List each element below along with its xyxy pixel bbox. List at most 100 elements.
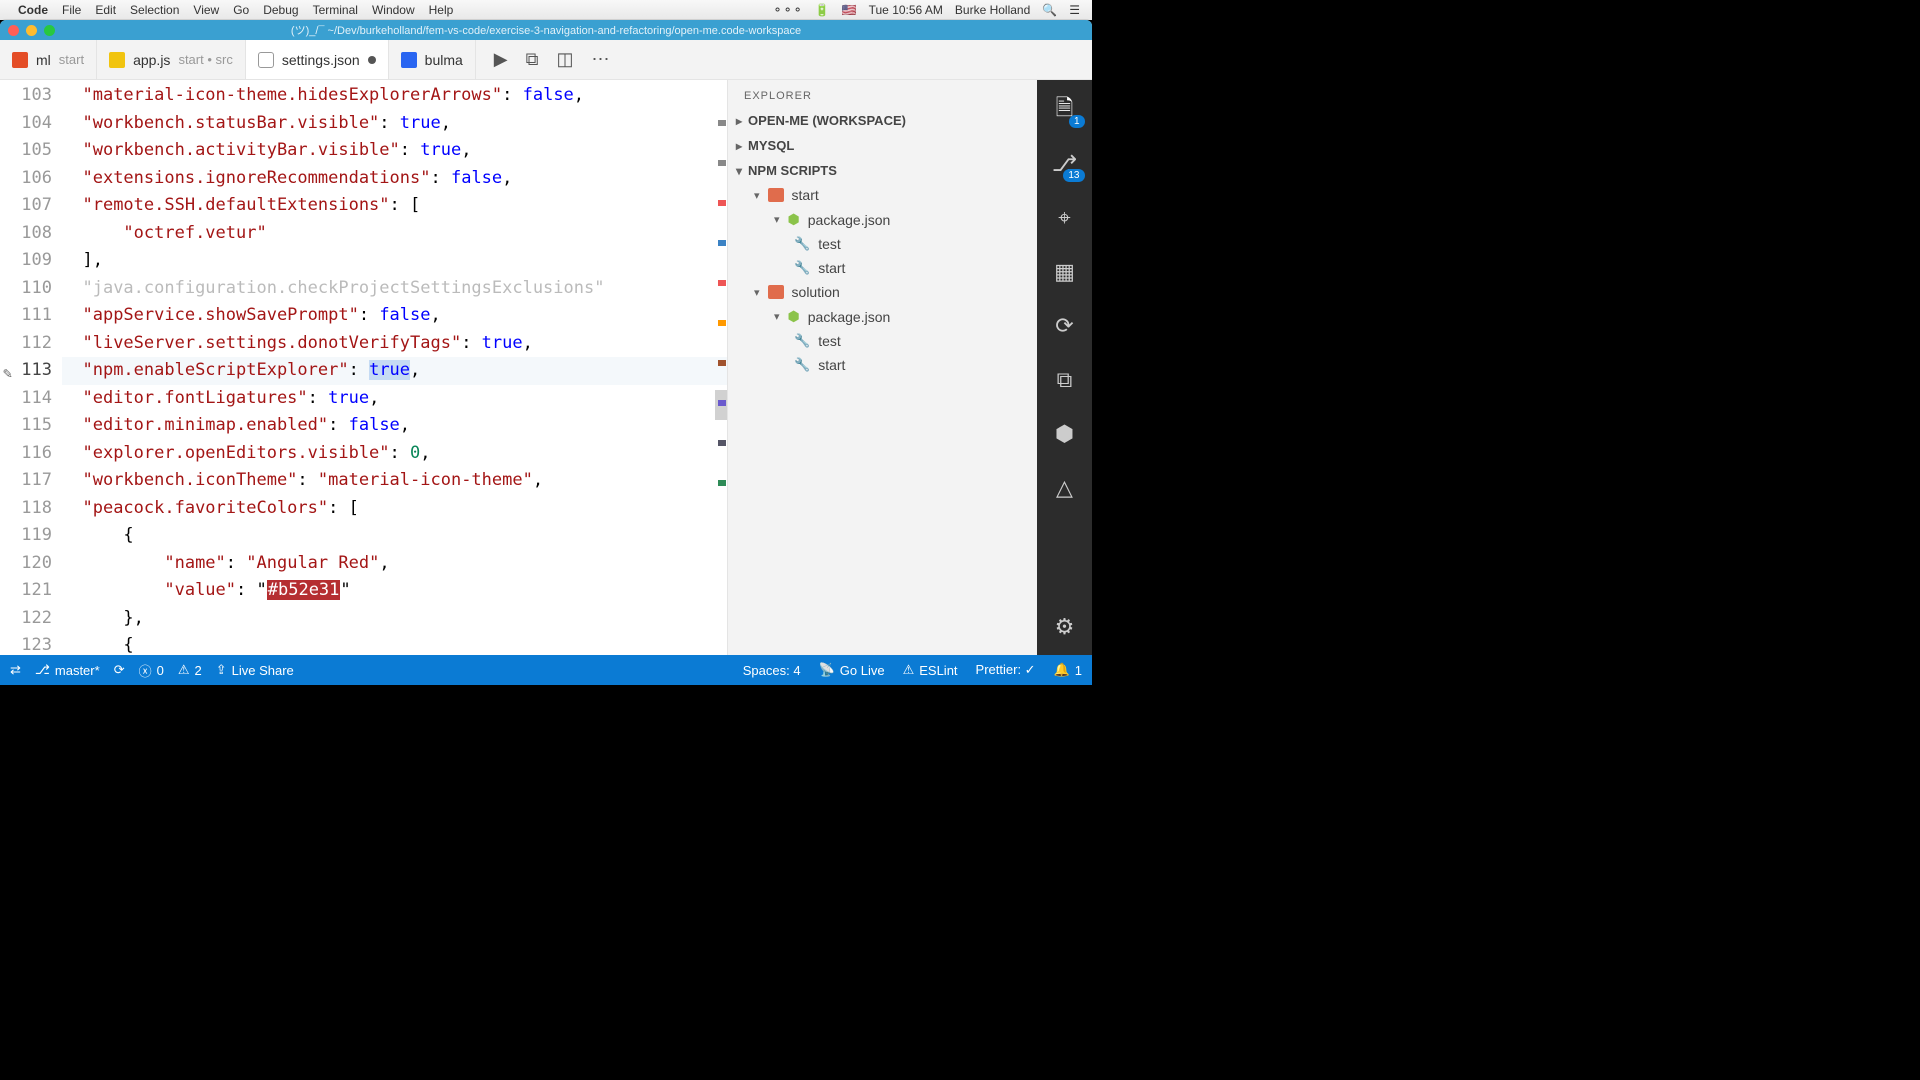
menu-edit[interactable]: Edit: [95, 3, 116, 17]
explorer-title: EXPLORER: [728, 80, 1037, 108]
status-bar: ⇄ ⎇ master* ⟳ ⓧ 0 ⚠ 2 ⇪ Live Share Space…: [0, 655, 1092, 685]
activity-bar: 🗎1 ⎇13 ⌖ ▦ ⟳ ⧉ ⬢ △ ⚙: [1037, 80, 1092, 655]
tab-ml[interactable]: mlstart: [0, 40, 97, 79]
clock[interactable]: Tue 10:56 AM: [869, 3, 943, 17]
tree-label: start: [818, 357, 845, 373]
docker-icon[interactable]: ⬢: [1051, 420, 1079, 448]
line-gutter: 1031041051061071081091101111121131141151…: [0, 80, 62, 655]
debug-icon[interactable]: ⌖: [1051, 204, 1079, 232]
minimap[interactable]: [715, 80, 727, 655]
azure-icon[interactable]: △: [1051, 474, 1079, 502]
live-share[interactable]: ⇪ Live Share: [216, 662, 294, 678]
vscode-window: (ツ)_/¯ ~/Dev/burkeholland/fem-vs-code/ex…: [0, 20, 1092, 685]
files-icon[interactable]: 🗎1: [1051, 96, 1079, 124]
errors-count[interactable]: ⓧ 0: [139, 661, 164, 680]
section-open-me-workspace-[interactable]: ▸ OPEN-ME (WORKSPACE): [728, 108, 1037, 133]
tree-row-script[interactable]: 🔧 start: [738, 353, 1037, 377]
split-editor-icon[interactable]: ◫: [557, 49, 574, 70]
chevron-icon: ▸: [736, 114, 742, 128]
tree-label: start: [792, 187, 819, 203]
menu-go[interactable]: Go: [233, 3, 249, 17]
zoom-icon[interactable]: [44, 25, 55, 36]
npm-icon: ⬢: [788, 211, 800, 228]
code-content[interactable]: "material-icon-theme.hidesExplorerArrows…: [62, 80, 727, 655]
tab-filename: bulma: [425, 52, 463, 68]
tree-row-folder[interactable]: ▾solution: [738, 280, 1037, 304]
tab-desc: start: [59, 52, 84, 67]
wifi-icon[interactable]: ⚬⚬⚬: [773, 3, 803, 17]
spaces-indicator[interactable]: Spaces: 4: [743, 662, 801, 678]
notifications-bell[interactable]: 🔔 1: [1054, 662, 1082, 678]
folder-icon: [768, 188, 784, 202]
tab-app-js[interactable]: app.jsstart • src: [97, 40, 246, 79]
tree-row-pkg[interactable]: ▾ ⬢ package.json: [738, 304, 1037, 329]
run-icon[interactable]: ▶: [494, 49, 508, 70]
window-title: (ツ)_/¯ ~/Dev/burkeholland/fem-vs-code/ex…: [291, 22, 801, 38]
remote-indicator[interactable]: ⇄: [10, 662, 21, 678]
folder-icon: [768, 285, 784, 299]
notifications-icon[interactable]: ☰: [1069, 3, 1080, 17]
extensions-icon[interactable]: ▦: [1051, 258, 1079, 286]
macos-menubar: Code File Edit Selection View Go Debug Termina…: [0, 0, 1092, 20]
tree-label: package.json: [808, 212, 891, 228]
npm-icon: ⬢: [788, 308, 800, 325]
section-npm-scripts[interactable]: ▾NPM SCRIPTS: [728, 158, 1037, 183]
tab-settings-json[interactable]: settings.json: [246, 40, 389, 79]
eslint-status[interactable]: ⚠ ESLint: [903, 662, 958, 678]
section-label: OPEN-ME (WORKSPACE): [748, 113, 906, 128]
tree-label: test: [818, 236, 841, 252]
menu-file[interactable]: File: [62, 3, 81, 17]
chevron-icon: ▾: [736, 164, 742, 178]
app-name[interactable]: Code: [18, 3, 48, 17]
section-label: MYSQL: [748, 138, 794, 153]
badge: 13: [1063, 169, 1084, 182]
go-live[interactable]: 📡 Go Live: [819, 662, 885, 678]
open-preview-icon[interactable]: ⧉: [526, 49, 539, 70]
chevron-down-icon: ▾: [774, 213, 780, 226]
user-name[interactable]: Burke Holland: [955, 3, 1030, 17]
flag-icon[interactable]: 🇺🇸: [842, 3, 857, 17]
tree-row-script[interactable]: 🔧test: [738, 329, 1037, 353]
minimize-icon[interactable]: [26, 25, 37, 36]
menu-help[interactable]: Help: [429, 3, 454, 17]
wrench-icon: 🔧: [794, 260, 810, 276]
wrench-icon: 🔧: [794, 236, 810, 252]
menu-terminal[interactable]: Terminal: [313, 3, 358, 17]
battery-icon[interactable]: 🔋: [815, 3, 830, 17]
section-mysql[interactable]: ▸ MYSQL: [728, 133, 1037, 158]
chevron-down-icon: ▾: [754, 286, 760, 299]
tab-bulma[interactable]: bulma: [389, 40, 476, 79]
menu-debug[interactable]: Debug: [263, 3, 298, 17]
menu-window[interactable]: Window: [372, 3, 415, 17]
tree-row-pkg[interactable]: ▾ ⬢ package.json: [738, 207, 1037, 232]
close-icon[interactable]: [8, 25, 19, 36]
tree-label: package.json: [808, 309, 891, 325]
live-icon[interactable]: ⧉: [1051, 366, 1079, 394]
tree-row-script[interactable]: 🔧 test: [738, 232, 1037, 256]
git-branch[interactable]: ⎇ master*: [35, 662, 100, 678]
menu-selection[interactable]: Selection: [130, 3, 179, 17]
editor-actions: ▶ ⧉ ◫ ⋯: [482, 40, 622, 79]
tree-row-script[interactable]: 🔧start: [738, 256, 1037, 280]
warnings-count[interactable]: ⚠ 2: [178, 662, 202, 678]
remote-icon[interactable]: ⟳: [1051, 312, 1079, 340]
settings-gear-icon[interactable]: ⚙: [1051, 613, 1079, 641]
wrench-icon: 🔧: [794, 357, 810, 373]
chevron-icon: ▸: [736, 139, 742, 153]
scm-icon[interactable]: ⎇13: [1051, 150, 1079, 178]
html-file-icon: [12, 52, 28, 68]
sync-icon[interactable]: ⟳: [114, 662, 125, 678]
chevron-down-icon: ▾: [754, 189, 760, 202]
chevron-down-icon: ▾: [774, 310, 780, 323]
tree-row-folder[interactable]: ▾ start: [738, 183, 1037, 207]
more-icon[interactable]: ⋯: [592, 49, 610, 70]
prettier-status[interactable]: Prettier: ✓: [976, 662, 1036, 678]
css-file-icon: [401, 52, 417, 68]
code-editor[interactable]: ✎ 10310410510610710810911011111211311411…: [0, 80, 727, 655]
menu-view[interactable]: View: [193, 3, 219, 17]
tree-label: test: [818, 333, 841, 349]
badge: 1: [1069, 115, 1085, 128]
tab-filename: settings.json: [282, 52, 360, 68]
window-controls[interactable]: [8, 25, 55, 36]
spotlight-icon[interactable]: 🔍: [1042, 3, 1057, 17]
